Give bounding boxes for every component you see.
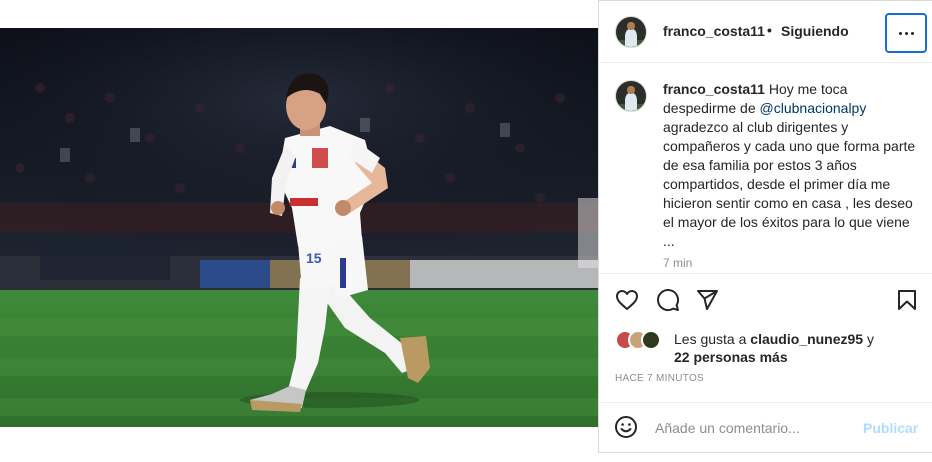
caption-text: franco_costa11 Hoy me toca despedirme de…: [663, 80, 921, 251]
post-photo[interactable]: 15: [0, 28, 598, 427]
likes-line: Les gusta a claudio_nunez95 y: [674, 331, 874, 347]
liker-username-link[interactable]: claudio_nunez95: [750, 331, 863, 347]
like-button[interactable]: [613, 286, 641, 314]
caption-timestamp[interactable]: 7 min: [663, 256, 692, 270]
emoji-button[interactable]: [614, 415, 638, 444]
heart-icon: [616, 290, 638, 310]
emoji-icon: [615, 416, 637, 438]
soccer-player-photo: 15: [0, 28, 598, 427]
comment-input[interactable]: [655, 418, 855, 438]
likes-summary: Les gusta a claudio_nunez95 y 22 persona…: [615, 326, 925, 368]
jersey-number: 15: [306, 250, 322, 266]
post-caption: franco_costa11 Hoy me toca despedirme de…: [599, 64, 932, 274]
send-icon: [697, 290, 718, 310]
header-username[interactable]: franco_costa11: [663, 23, 765, 39]
likes-conjunction: y: [863, 331, 874, 347]
post-details-panel: franco_costa11 • Siguiendo franco_costa1…: [598, 0, 932, 462]
more-horizontal-icon: [898, 31, 914, 35]
comment-button[interactable]: [654, 286, 682, 314]
avatar[interactable]: [615, 16, 647, 48]
post-header: franco_costa11 • Siguiendo: [599, 0, 932, 63]
more-options-button[interactable]: [885, 13, 927, 53]
share-button[interactable]: [693, 286, 721, 314]
action-bar: [599, 280, 932, 320]
caption-mention-link[interactable]: @clubnacionalpy: [760, 100, 867, 116]
others-likes-link[interactable]: 22 personas más: [674, 349, 788, 365]
likes-others-line: 22 personas más: [674, 349, 788, 365]
comment-icon: [657, 289, 680, 312]
caption-avatar[interactable]: [615, 80, 647, 112]
media-bottom-spacer: [0, 427, 598, 462]
post-time-ago[interactable]: HACE 7 MINUTOS: [615, 373, 704, 384]
caption-body-2: agradezco al club dirigentes y compañero…: [663, 119, 916, 249]
bookmark-icon: [898, 290, 916, 310]
media-top-spacer: [0, 0, 598, 28]
avatar: [641, 330, 661, 350]
panel-top-border: [598, 0, 932, 1]
save-button[interactable]: [893, 286, 921, 314]
following-button[interactable]: Siguiendo: [781, 23, 849, 39]
publish-button[interactable]: Publicar: [863, 420, 918, 436]
separator-dot: •: [767, 22, 772, 38]
likes-prefix: Les gusta a: [674, 331, 751, 347]
liker-avatars[interactable]: [615, 330, 671, 350]
panel-bottom-border: [598, 452, 932, 462]
comment-bar: Publicar: [599, 402, 932, 452]
caption-username[interactable]: franco_costa11: [663, 81, 765, 97]
